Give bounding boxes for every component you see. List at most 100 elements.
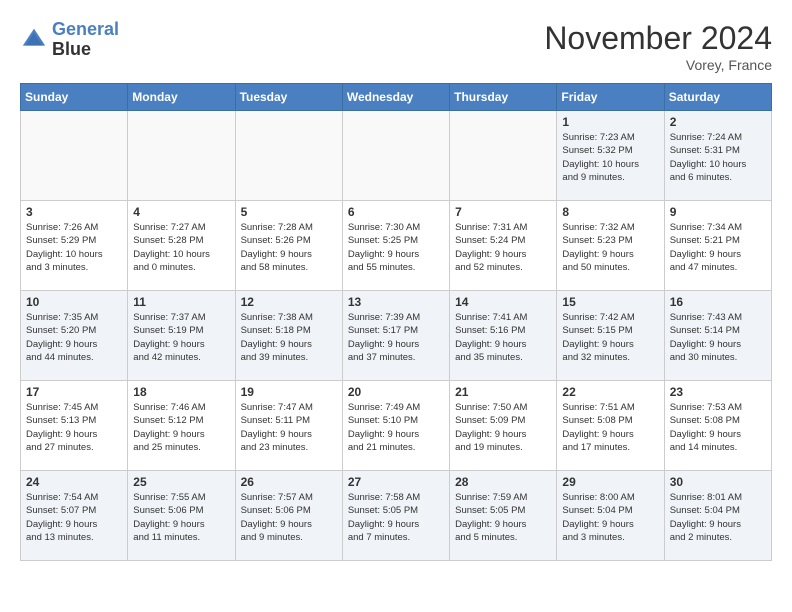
day-info: Sunrise: 7:59 AM Sunset: 5:05 PM Dayligh… [455,491,551,544]
calendar-day-26: 26Sunrise: 7:57 AM Sunset: 5:06 PM Dayli… [235,471,342,561]
day-info: Sunrise: 7:54 AM Sunset: 5:07 PM Dayligh… [26,491,122,544]
calendar-empty [128,111,235,201]
day-info: Sunrise: 7:45 AM Sunset: 5:13 PM Dayligh… [26,401,122,454]
weekday-header-monday: Monday [128,84,235,111]
day-number: 16 [670,295,766,309]
calendar-header: SundayMondayTuesdayWednesdayThursdayFrid… [21,84,772,111]
calendar-week-4: 17Sunrise: 7:45 AM Sunset: 5:13 PM Dayli… [21,381,772,471]
day-number: 21 [455,385,551,399]
day-info: Sunrise: 7:37 AM Sunset: 5:19 PM Dayligh… [133,311,229,364]
calendar-table: SundayMondayTuesdayWednesdayThursdayFrid… [20,83,772,561]
day-number: 5 [241,205,337,219]
day-number: 14 [455,295,551,309]
day-number: 23 [670,385,766,399]
calendar-day-4: 4Sunrise: 7:27 AM Sunset: 5:28 PM Daylig… [128,201,235,291]
day-number: 29 [562,475,658,489]
day-number: 2 [670,115,766,129]
month-title: November 2024 [544,20,772,57]
logo: General Blue [20,20,119,60]
day-number: 30 [670,475,766,489]
day-info: Sunrise: 7:51 AM Sunset: 5:08 PM Dayligh… [562,401,658,454]
title-area: November 2024 Vorey, France [544,20,772,73]
day-number: 28 [455,475,551,489]
calendar-day-18: 18 Sunrise: 7:46 AM Sunset: 5:12 PM Dayli… [128,381,235,471]
day-number: 10 [26,295,122,309]
day-info: Sunrise: 7:49 AM Sunset: 5:10 PM Dayligh… [348,401,444,454]
weekday-header-thursday: Thursday [450,84,557,111]
calendar-day-29: 29Sunrise: 8:00 AM Sunset: 5:04 PM Dayli… [557,471,664,561]
calendar-day-5: 5 Sunrise: 7:28 AM Sunset: 5:26 PM Daylig… [235,201,342,291]
weekday-header-wednesday: Wednesday [342,84,449,111]
location: Vorey, France [544,57,772,73]
calendar-day-7: 7Sunrise: 7:31 AM Sunset: 5:24 PM Daylig… [450,201,557,291]
day-number: 18 [133,385,229,399]
day-info: Sunrise: 7:32 AM Sunset: 5:23 PM Dayligh… [562,221,658,274]
calendar-day-21: 21 Sunrise: 7:50 AM Sunset: 5:09 PM Dayli… [450,381,557,471]
calendar-body: 1Sunrise: 7:23 AM Sunset: 5:32 PM Daylig… [21,111,772,561]
day-info: Sunrise: 7:24 AM Sunset: 5:31 PM Dayligh… [670,131,766,184]
calendar-day-16: 16Sunrise: 7:43 AM Sunset: 5:14 PM Dayli… [664,291,771,381]
calendar-day-20: 20 Sunrise: 7:49 AM Sunset: 5:10 PM Dayli… [342,381,449,471]
weekday-header-saturday: Saturday [664,84,771,111]
day-info: Sunrise: 7:23 AM Sunset: 5:32 PM Dayligh… [562,131,658,184]
day-info: Sunrise: 7:27 AM Sunset: 5:28 PM Dayligh… [133,221,229,274]
day-info: Sunrise: 7:47 AM Sunset: 5:11 PM Dayligh… [241,401,337,454]
day-info: Sunrise: 7:53 AM Sunset: 5:08 PM Dayligh… [670,401,766,454]
calendar-empty [342,111,449,201]
weekday-header-friday: Friday [557,84,664,111]
day-info: Sunrise: 7:50 AM Sunset: 5:09 PM Dayligh… [455,401,551,454]
day-number: 7 [455,205,551,219]
day-number: 9 [670,205,766,219]
day-number: 8 [562,205,658,219]
calendar-day-11: 11Sunrise: 7:37 AM Sunset: 5:19 PM Dayli… [128,291,235,381]
calendar-day-17: 17Sunrise: 7:45 AM Sunset: 5:13 PM Dayli… [21,381,128,471]
weekday-header-tuesday: Tuesday [235,84,342,111]
calendar-empty [235,111,342,201]
calendar-week-1: 1Sunrise: 7:23 AM Sunset: 5:32 PM Daylig… [21,111,772,201]
day-number: 27 [348,475,444,489]
calendar-empty [21,111,128,201]
calendar-day-23: 23 Sunrise: 7:53 AM Sunset: 5:08 PM Dayli… [664,381,771,471]
calendar-week-2: 3 Sunrise: 7:26 AM Sunset: 5:29 PM Daylig… [21,201,772,291]
day-number: 12 [241,295,337,309]
calendar-day-13: 13 Sunrise: 7:39 AM Sunset: 5:17 PM Dayli… [342,291,449,381]
page-header: General Blue November 2024 Vorey, France [20,20,772,73]
day-info: Sunrise: 7:42 AM Sunset: 5:15 PM Dayligh… [562,311,658,364]
day-number: 3 [26,205,122,219]
calendar-week-5: 24 Sunrise: 7:54 AM Sunset: 5:07 PM Dayli… [21,471,772,561]
day-number: 25 [133,475,229,489]
logo-icon [20,26,48,54]
logo-text: General Blue [52,20,119,60]
calendar-day-2: 2 Sunrise: 7:24 AM Sunset: 5:31 PM Daylig… [664,111,771,201]
day-info: Sunrise: 7:58 AM Sunset: 5:05 PM Dayligh… [348,491,444,544]
day-info: Sunrise: 7:39 AM Sunset: 5:17 PM Dayligh… [348,311,444,364]
day-info: Sunrise: 7:34 AM Sunset: 5:21 PM Dayligh… [670,221,766,274]
calendar-day-24: 24 Sunrise: 7:54 AM Sunset: 5:07 PM Dayli… [21,471,128,561]
calendar-day-19: 19 Sunrise: 7:47 AM Sunset: 5:11 PM Dayli… [235,381,342,471]
day-number: 24 [26,475,122,489]
day-number: 19 [241,385,337,399]
day-info: Sunrise: 7:26 AM Sunset: 5:29 PM Dayligh… [26,221,122,274]
weekday-header-sunday: Sunday [21,84,128,111]
day-info: Sunrise: 8:01 AM Sunset: 5:04 PM Dayligh… [670,491,766,544]
calendar-day-25: 25Sunrise: 7:55 AM Sunset: 5:06 PM Dayli… [128,471,235,561]
day-number: 20 [348,385,444,399]
day-number: 22 [562,385,658,399]
calendar-day-28: 28 Sunrise: 7:59 AM Sunset: 5:05 PM Dayli… [450,471,557,561]
day-info: Sunrise: 7:38 AM Sunset: 5:18 PM Dayligh… [241,311,337,364]
calendar-day-6: 6Sunrise: 7:30 AM Sunset: 5:25 PM Daylig… [342,201,449,291]
day-info: Sunrise: 7:28 AM Sunset: 5:26 PM Dayligh… [241,221,337,274]
day-number: 13 [348,295,444,309]
calendar-day-30: 30 Sunrise: 8:01 AM Sunset: 5:04 PM Dayli… [664,471,771,561]
day-info: Sunrise: 7:46 AM Sunset: 5:12 PM Dayligh… [133,401,229,454]
calendar-day-8: 8 Sunrise: 7:32 AM Sunset: 5:23 PM Daylig… [557,201,664,291]
calendar-day-27: 27 Sunrise: 7:58 AM Sunset: 5:05 PM Dayli… [342,471,449,561]
calendar-day-12: 12 Sunrise: 7:38 AM Sunset: 5:18 PM Dayli… [235,291,342,381]
calendar-day-3: 3 Sunrise: 7:26 AM Sunset: 5:29 PM Daylig… [21,201,128,291]
calendar-day-14: 14 Sunrise: 7:41 AM Sunset: 5:16 PM Dayli… [450,291,557,381]
day-info: Sunrise: 7:41 AM Sunset: 5:16 PM Dayligh… [455,311,551,364]
calendar-empty [450,111,557,201]
day-number: 6 [348,205,444,219]
calendar-day-9: 9 Sunrise: 7:34 AM Sunset: 5:21 PM Daylig… [664,201,771,291]
day-info: Sunrise: 7:35 AM Sunset: 5:20 PM Dayligh… [26,311,122,364]
